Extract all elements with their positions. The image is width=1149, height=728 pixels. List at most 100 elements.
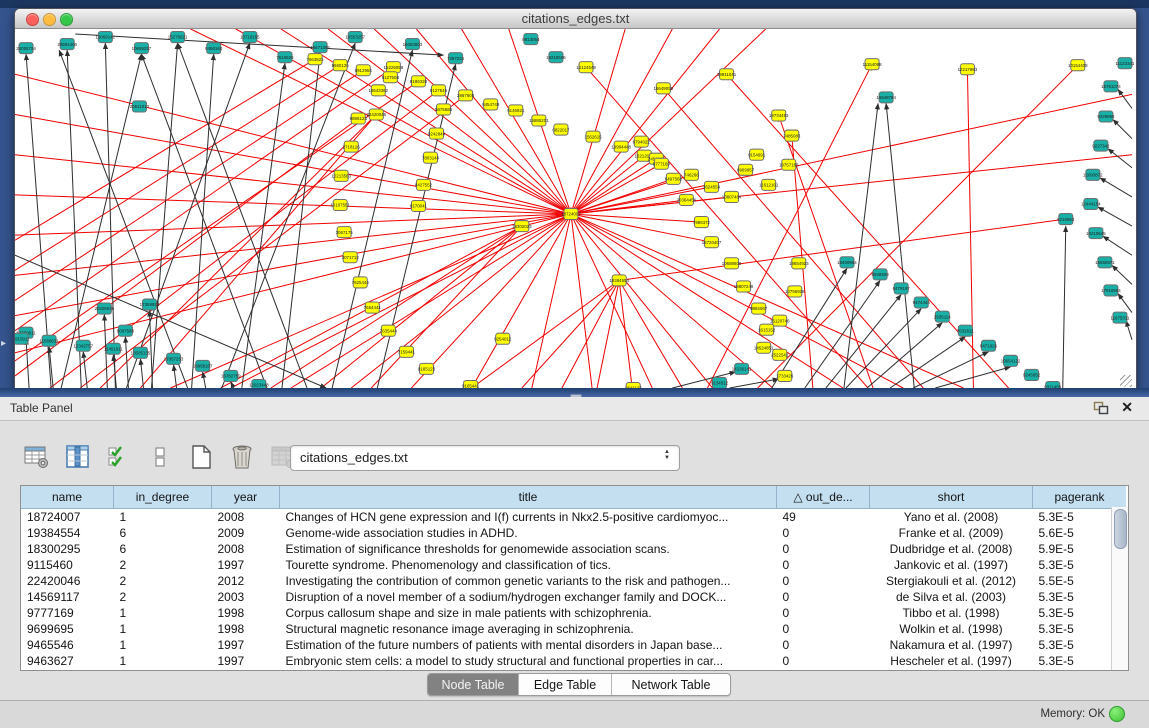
table-cell[interactable]: Hescheler et al. (1997)	[870, 653, 1033, 669]
graph-node[interactable]: 3624554	[703, 181, 721, 192]
table-cell[interactable]: 6	[114, 525, 212, 541]
column-header-name[interactable]: name	[21, 486, 114, 509]
graph-node[interactable]: 6497568	[665, 173, 683, 184]
graph-edge[interactable]	[15, 65, 340, 270]
graph-node[interactable]: 13505135	[131, 347, 151, 358]
table-cell[interactable]: 1	[114, 637, 212, 653]
graph-node[interactable]: 18724007	[561, 208, 581, 219]
graph-node[interactable]: 18757165	[779, 159, 799, 170]
panel-splitter[interactable]	[0, 388, 1149, 397]
table-cell[interactable]: Dudbridge et al. (2008)	[870, 541, 1033, 557]
graph-node[interactable]: 10107551	[330, 199, 350, 210]
graph-node[interactable]: 9660125	[332, 60, 350, 71]
graph-node[interactable]: 10719155	[240, 32, 260, 43]
table-row[interactable]: 969969511998Structural magnetic resonanc…	[21, 621, 1126, 637]
graph-node[interactable]: 19384554	[609, 275, 629, 286]
graph-edge[interactable]	[707, 64, 872, 388]
column-header-pagerank[interactable]: pagerank	[1033, 486, 1127, 509]
column-header-year[interactable]: year	[212, 486, 280, 509]
delete-table-icon[interactable]	[227, 442, 257, 472]
table-cell[interactable]: 22420046	[21, 573, 114, 589]
graph-node[interactable]: 8471626	[980, 340, 998, 351]
table-cell[interactable]: Genome-wide association studies in ADHD.	[280, 525, 777, 541]
graph-node[interactable]: 5875685	[435, 104, 453, 115]
table-cell[interactable]: Jankovic et al. (1997)	[870, 557, 1033, 573]
tab-network-table[interactable]: Network Table	[611, 674, 730, 695]
graph-node[interactable]: 12093872	[1083, 169, 1103, 180]
scrollbar-thumb[interactable]	[1114, 509, 1127, 549]
graph-node[interactable]: 7159441	[398, 346, 416, 357]
table-cell[interactable]: Stergiakouli et al. (2012)	[870, 573, 1033, 589]
graph-node[interactable]: 16648784	[876, 92, 896, 103]
graph-node[interactable]: 20206536	[95, 303, 115, 314]
table-cell[interactable]: 0	[777, 637, 870, 653]
graph-edge[interactable]	[231, 214, 571, 388]
graph-node[interactable]: 20691406	[57, 39, 77, 50]
graph-node[interactable]: 11612161	[759, 179, 779, 190]
graph-node[interactable]: 7635444	[380, 325, 398, 336]
table-row[interactable]: 946362711997Embryonic stem cells: a mode…	[21, 653, 1126, 669]
graph-node[interactable]: 10655257	[132, 43, 152, 54]
graph-node[interactable]: 9154691	[748, 149, 766, 160]
table-cell[interactable]: 1998	[212, 621, 280, 637]
graph-edge[interactable]	[619, 280, 632, 388]
table-cell[interactable]: 2	[114, 589, 212, 605]
table-cell[interactable]: 1	[114, 653, 212, 669]
table-row[interactable]: 977716911998Corpus callosum shape and si…	[21, 605, 1126, 621]
graph-edge[interactable]	[15, 114, 571, 214]
table-cell[interactable]: 2009	[212, 525, 280, 541]
graph-edge[interactable]	[105, 43, 115, 388]
graph-node[interactable]: 1733426	[776, 370, 794, 381]
graph-node[interactable]: 12124549	[576, 62, 596, 73]
graph-edge[interactable]	[967, 69, 973, 388]
graph-node[interactable]: 19811041	[717, 69, 737, 80]
graph-node[interactable]: 9127508	[382, 72, 400, 83]
table-cell[interactable]: 2012	[212, 573, 280, 589]
graph-node[interactable]: 8454749	[482, 99, 500, 110]
graph-edge[interactable]	[1098, 207, 1132, 226]
table-cell[interactable]: 1997	[212, 637, 280, 653]
table-cell[interactable]: Tourette syndrome. Phenomenology and cla…	[280, 557, 777, 573]
table-cell[interactable]: Yano et al. (2008)	[870, 509, 1033, 526]
graph-edge[interactable]	[571, 214, 592, 388]
table-cell[interactable]: Wolkin et al. (1998)	[870, 621, 1033, 637]
graph-edge[interactable]	[26, 339, 29, 388]
graph-edge[interactable]	[597, 280, 619, 388]
table-cell[interactable]: 1997	[212, 653, 280, 669]
graph-edge[interactable]	[151, 43, 177, 388]
column-header-out_de[interactable]: △ out_de...	[777, 486, 870, 509]
network-canvas[interactable]: 2405572420691406130691411065525715276021…	[15, 29, 1134, 389]
tab-node-table[interactable]: Node Table	[428, 674, 518, 695]
table-cell[interactable]: 0	[777, 541, 870, 557]
graph-edge[interactable]	[619, 219, 1066, 280]
graph-edge[interactable]	[15, 118, 358, 375]
graph-node[interactable]: 8170041	[410, 200, 428, 211]
graph-edge[interactable]	[472, 280, 620, 388]
graph-edge[interactable]	[886, 103, 914, 388]
graph-node[interactable]: 10756928	[785, 286, 805, 297]
table-cell[interactable]: Corpus callosum shape and size in male p…	[280, 605, 777, 621]
graph-node[interactable]: 11451911	[104, 343, 123, 354]
graph-node[interactable]: 12342757	[73, 340, 93, 351]
graph-edge[interactable]	[571, 29, 720, 214]
table-cell[interactable]: 18724007	[21, 509, 114, 526]
graph-node[interactable]: 9329966	[1097, 111, 1115, 122]
graph-node[interactable]: 3071712	[342, 252, 360, 263]
graph-node[interactable]: 6822017	[552, 124, 570, 135]
table-cell[interactable]: Structural magnetic resonance image aver…	[280, 621, 777, 637]
graph-edge[interactable]	[192, 54, 214, 388]
table-cell[interactable]: 49	[777, 509, 870, 526]
graph-edge[interactable]	[758, 65, 1078, 388]
graph-edge[interactable]	[571, 29, 625, 214]
graph-node[interactable]: 22420046	[366, 109, 386, 120]
table-cell[interactable]: 1	[114, 509, 212, 526]
graph-node[interactable]: 16782759	[221, 370, 241, 381]
graph-node[interactable]: 2867608	[457, 90, 475, 101]
graph-edge[interactable]	[141, 54, 266, 388]
table-cell[interactable]: 9777169	[21, 605, 114, 621]
table-cell[interactable]: 9115460	[21, 557, 114, 573]
table-cell[interactable]: Tibbo et al. (1998)	[870, 605, 1033, 621]
graph-node[interactable]: 9777169	[653, 158, 671, 169]
graph-node[interactable]: 1562615	[584, 131, 602, 142]
table-cell[interactable]: 1	[114, 605, 212, 621]
